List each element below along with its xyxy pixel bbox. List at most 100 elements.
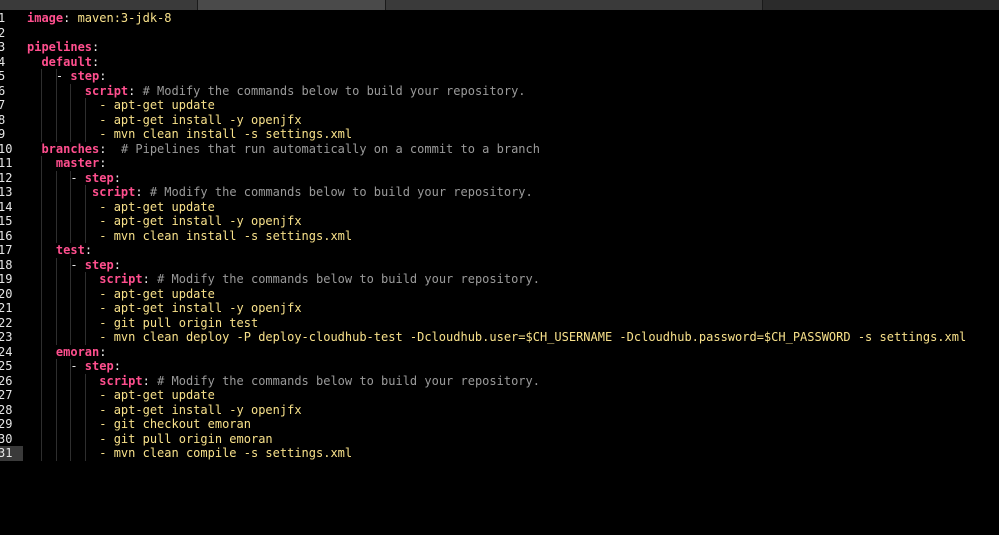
code-text: image: maven:3-jdk-8 <box>27 11 172 26</box>
yaml-value: - apt-get install -y openjfx <box>99 301 302 316</box>
code-line[interactable]: 24 emoran: <box>0 344 999 360</box>
line-number: 27 <box>0 388 13 403</box>
yaml-comment: # Modify the commands below to build you… <box>157 373 540 388</box>
code-line[interactable]: 31 - mvn clean compile -s settings.xml <box>0 446 999 461</box>
code-line[interactable]: 9 - mvn clean install -s settings.xml <box>0 127 999 142</box>
line-number: 31 <box>0 446 13 461</box>
code-line[interactable]: 29 - git checkout emoran <box>0 417 999 432</box>
code-line[interactable]: 15 - apt-get install -y openjfx <box>0 214 999 229</box>
yaml-comment: # Modify the commands below to build you… <box>142 83 526 98</box>
code-line[interactable]: 25 - step: <box>0 359 999 374</box>
yaml-key: image <box>27 11 64 25</box>
yaml-separator: : <box>113 257 121 272</box>
yaml-separator: : <box>92 40 100 55</box>
code-line[interactable]: 16 - mvn clean install -s settings.xml <box>0 228 999 244</box>
line-number: 7 <box>0 98 6 113</box>
editor-tab-3[interactable] <box>386 0 763 10</box>
yaml-key: pipelines <box>27 40 93 55</box>
code-line[interactable]: 6 script: # Modify the commands below to… <box>0 83 999 99</box>
code-line[interactable]: 7 - apt-get update <box>0 98 999 113</box>
yaml-separator: : <box>99 141 121 156</box>
yaml-separator: : <box>128 83 143 98</box>
editor-tab-1[interactable] <box>0 0 198 10</box>
line-number: 19 <box>0 272 13 287</box>
code-line[interactable]: 20 - apt-get update <box>0 286 999 302</box>
line-number: 24 <box>0 344 13 359</box>
yaml-separator: : <box>92 54 100 69</box>
code-line[interactable]: 2 <box>0 26 999 41</box>
code-line[interactable]: 4 default: <box>0 55 999 70</box>
code-text: - mvn clean install -s settings.xml <box>27 229 352 244</box>
indent: - <box>27 257 85 272</box>
code-text: - mvn clean compile -s settings.xml <box>27 446 352 461</box>
code-line[interactable]: 10 branches: # Pipelines that run automa… <box>0 142 999 157</box>
tab-bar <box>0 0 999 10</box>
code-line[interactable]: 18 - step: <box>0 257 999 273</box>
code-text: - step: <box>27 69 107 84</box>
code-line[interactable]: 14 - apt-get update <box>0 199 999 215</box>
yaml-key: step <box>70 69 100 84</box>
code-line[interactable]: 1 image: maven:3-jdk-8 <box>0 11 999 26</box>
code-line[interactable]: 3 pipelines: <box>0 40 999 55</box>
line-number: 3 <box>0 40 6 55</box>
yaml-key: step <box>84 170 114 185</box>
yaml-comment: # Pipelines that run automatically on a … <box>120 141 540 156</box>
line-number: 26 <box>0 373 13 388</box>
yaml-value: - apt-get update <box>99 199 215 214</box>
code-line[interactable]: 19 script: # Modify the commands below t… <box>0 272 999 287</box>
yaml-separator: : <box>63 11 78 25</box>
yaml-comment: # Modify the commands below to build you… <box>149 185 533 200</box>
code-text: - apt-get update <box>27 287 215 302</box>
code-text: emoran: <box>27 345 107 360</box>
line-number: 1 <box>0 11 6 25</box>
code-line[interactable]: 30 - git pull origin emoran <box>0 431 999 447</box>
code-line[interactable]: 13 script: # Modify the commands below t… <box>0 185 999 200</box>
yaml-separator: : <box>142 272 158 287</box>
code-text: pipelines: <box>27 40 99 55</box>
code-line[interactable]: 17 test: <box>0 243 999 258</box>
code-text: master: <box>27 156 107 171</box>
yaml-key: emoran <box>55 344 100 359</box>
yaml-value: - apt-get update <box>99 286 215 301</box>
line-number: 6 <box>0 83 6 98</box>
line-number: 12 <box>0 170 13 185</box>
code-text: - apt-get install -y openjfx <box>27 113 301 128</box>
yaml-key: script <box>92 185 136 200</box>
line-number: 2 <box>0 25 6 40</box>
yaml-key: step <box>84 257 114 272</box>
editor-tab-2[interactable] <box>198 0 386 10</box>
code-line[interactable]: 12 - step: <box>0 170 999 186</box>
yaml-value: - mvn clean deploy -P deploy-cloudhub-te… <box>99 330 967 345</box>
line-number: 9 <box>0 127 6 142</box>
code-line[interactable]: 21 - apt-get install -y openjfx <box>0 301 999 316</box>
code-text: - git pull origin test <box>27 316 258 331</box>
yaml-value: - apt-get update <box>99 388 215 403</box>
code-line[interactable]: 5 - step: <box>0 69 999 84</box>
yaml-separator: : <box>142 373 158 388</box>
line-number: 20 <box>0 286 13 301</box>
code-line[interactable]: 26 script: # Modify the commands below t… <box>0 373 999 389</box>
code-line[interactable]: 23 - mvn clean deploy -P deploy-cloudhub… <box>0 330 999 345</box>
code-editor-text-area[interactable]: 1 image: maven:3-jdk-8 2 3 pipelines: 4 defau… <box>0 11 999 461</box>
code-text: - step: <box>27 171 121 186</box>
yaml-key: script <box>84 83 129 98</box>
code-line[interactable]: 27 - apt-get update <box>0 388 999 403</box>
yaml-separator: : <box>99 344 107 359</box>
code-text: script: # Modify the commands below to b… <box>27 374 540 389</box>
code-text: default: <box>27 55 99 70</box>
yaml-value: - git pull origin emoran <box>99 431 273 446</box>
tab-bar-empty-space <box>763 0 999 10</box>
code-line[interactable]: 28 - apt-get install -y openjfx <box>0 402 999 418</box>
code-line[interactable]: 8 - apt-get install -y openjfx <box>0 112 999 128</box>
code-text: - apt-get update <box>27 388 215 403</box>
code-line[interactable]: 22 - git pull origin test <box>0 315 999 331</box>
line-number: 23 <box>0 330 13 345</box>
code-line[interactable]: 11 master: <box>0 156 999 171</box>
code-text: - git pull origin emoran <box>27 431 273 447</box>
